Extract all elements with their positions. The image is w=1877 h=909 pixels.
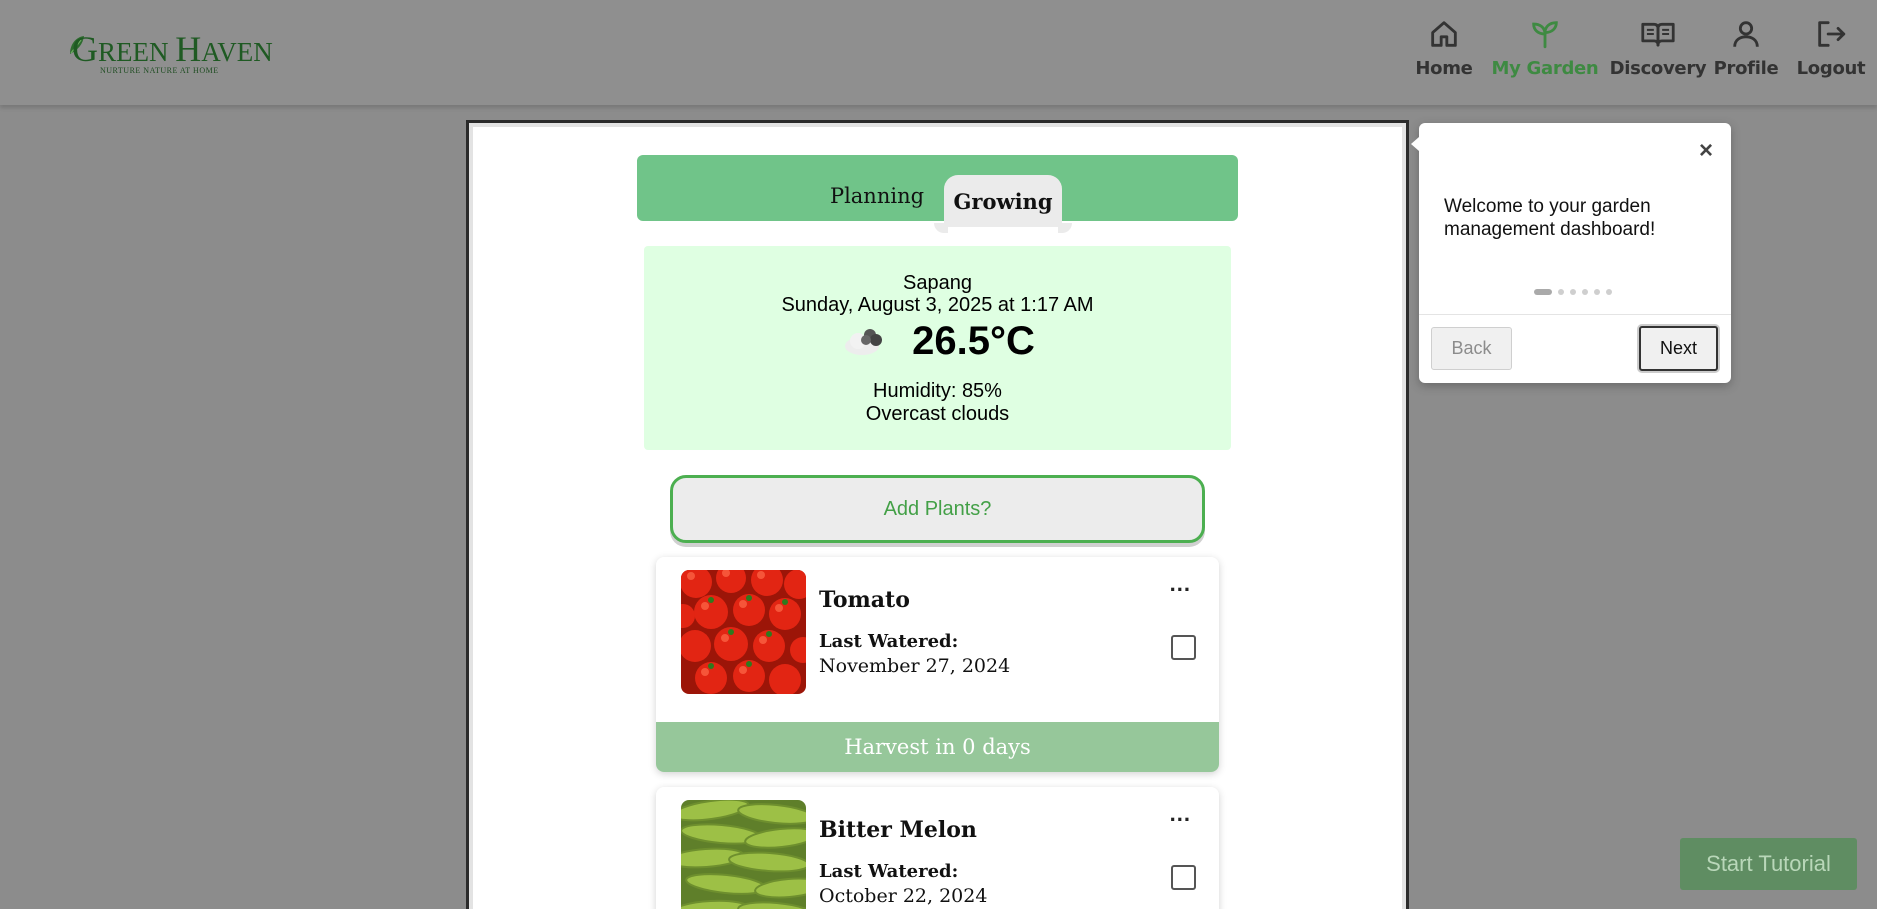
tutorial-message: Welcome to your garden management dashbo…	[1444, 196, 1656, 240]
sprout-icon	[1528, 16, 1562, 52]
logo[interactable]: GREEN HAVEN NURTURE NATURE AT HOME	[68, 28, 273, 78]
weather-description: Overcast clouds	[865, 403, 1010, 425]
last-watered-date: November 27, 2024	[819, 655, 1011, 677]
last-watered-label: Last Watered:	[819, 861, 959, 882]
more-options-icon[interactable]: ...	[1170, 571, 1191, 597]
tutorial-progress-dots	[1534, 288, 1618, 296]
start-tutorial-button[interactable]: Start Tutorial	[1680, 838, 1857, 890]
close-icon[interactable]: ×	[1699, 137, 1713, 165]
progress-dot[interactable]	[1606, 289, 1612, 295]
garden-tabs: Planning Growing	[637, 155, 1238, 233]
progress-dot[interactable]	[1582, 289, 1588, 295]
plant-card-bitter-melon[interactable]: Bitter Melon Last Watered: October 22, 2…	[656, 787, 1219, 909]
watered-checkbox[interactable]	[1171, 865, 1196, 890]
plant-card-tomato[interactable]: Tomato Last Watered: November 27, 2024 .…	[656, 557, 1219, 772]
logout-icon	[1814, 16, 1848, 52]
nav-profile-label: Profile	[1713, 58, 1779, 79]
weather-datetime: Sunday, August 3, 2025 at 1:17 AM	[781, 294, 1094, 316]
bitter-melon-image	[681, 800, 806, 909]
last-watered-date: October 22, 2024	[819, 885, 988, 907]
weather-humidity: Humidity: 85%	[873, 380, 1002, 402]
nav-profile[interactable]: Profile	[1713, 16, 1779, 86]
book-icon	[1640, 16, 1676, 52]
cloud-icon	[840, 321, 890, 362]
next-button[interactable]: Next	[1639, 326, 1718, 371]
tab-planning[interactable]: Planning	[817, 174, 937, 218]
nav-discovery-label: Discovery	[1609, 58, 1707, 79]
progress-dot[interactable]	[1534, 289, 1552, 295]
progress-dot[interactable]	[1558, 289, 1564, 295]
nav-logout[interactable]: Logout	[1796, 16, 1866, 86]
nav-home[interactable]: Home	[1414, 16, 1474, 86]
watered-checkbox[interactable]	[1171, 635, 1196, 660]
nav-logout-label: Logout	[1796, 58, 1866, 79]
progress-dot[interactable]	[1570, 289, 1576, 295]
tomato-image	[681, 570, 806, 694]
weather-widget: Sapang Sunday, August 3, 2025 at 1:17 AM…	[644, 246, 1231, 450]
weather-temperature: 26.5°C	[912, 318, 1035, 363]
add-plants-button[interactable]: Add Plants?	[670, 475, 1205, 543]
back-button[interactable]: Back	[1431, 327, 1512, 370]
nav-my-garden-label: My Garden	[1491, 58, 1599, 79]
more-options-icon[interactable]: ...	[1170, 801, 1191, 827]
last-watered-label: Last Watered:	[819, 631, 959, 652]
top-header: GREEN HAVEN NURTURE NATURE AT HOME Home …	[0, 0, 1877, 105]
plant-name: Tomato	[819, 587, 910, 613]
user-icon	[1729, 16, 1763, 52]
nav-discovery[interactable]: Discovery	[1609, 16, 1707, 86]
tab-growing[interactable]: Growing	[934, 175, 1072, 233]
tutorial-popover: × Welcome to your garden management dash…	[1411, 123, 1731, 383]
weather-city: Sapang	[903, 272, 972, 294]
home-icon	[1427, 16, 1461, 52]
harvest-countdown: Harvest in 0 days	[656, 722, 1219, 772]
nav-home-label: Home	[1415, 58, 1473, 79]
nav-my-garden[interactable]: My Garden	[1490, 16, 1600, 86]
plant-name: Bitter Melon	[819, 817, 977, 843]
logo-wordmark: GREEN HAVEN	[72, 29, 273, 69]
progress-dot[interactable]	[1594, 289, 1600, 295]
logo-tagline: NURTURE NATURE AT HOME	[100, 66, 219, 75]
weather-temp-row: 26.5°C	[644, 316, 1231, 366]
popover-divider	[1419, 314, 1731, 315]
